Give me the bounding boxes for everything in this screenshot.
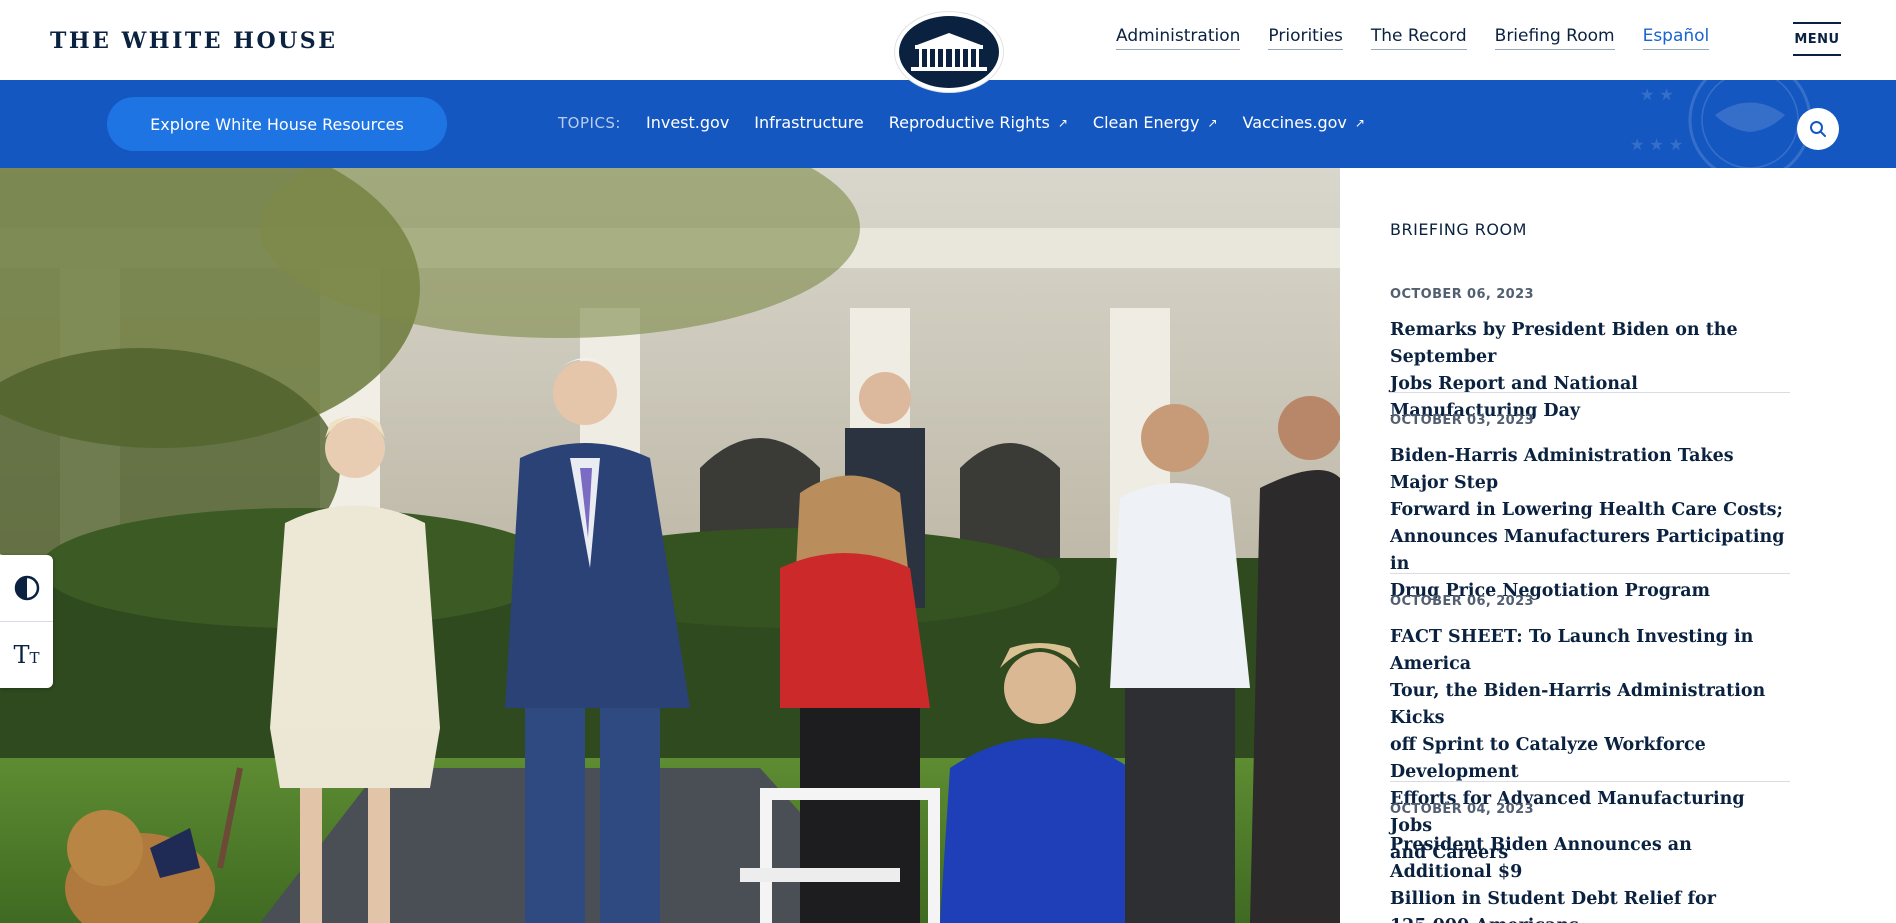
topic-label: Vaccines.gov xyxy=(1242,113,1347,132)
briefing-item[interactable]: OCTOBER 06, 2023 Remarks by President Bi… xyxy=(1390,287,1790,425)
menu-bar-top xyxy=(1793,22,1841,24)
briefing-title-line: FACT SHEET: To Launch Investing in Ameri… xyxy=(1390,627,1754,674)
nav-administration[interactable]: Administration xyxy=(1116,26,1241,50)
briefing-title-line: Biden-Harris Administration Takes Major … xyxy=(1390,446,1734,493)
briefing-title[interactable]: Biden-Harris Administration Takes Major … xyxy=(1390,443,1790,605)
briefing-date: OCTOBER 06, 2023 xyxy=(1390,287,1534,302)
briefing-date: OCTOBER 03, 2023 xyxy=(1390,413,1534,428)
menu-label: MENU xyxy=(1794,32,1840,47)
white-house-seal-logo[interactable] xyxy=(895,12,1003,92)
topics-bar: Explore White House Resources TOPICS: In… xyxy=(0,80,1896,168)
topic-link-invest[interactable]: Invest.gov xyxy=(646,113,729,132)
svg-text:★ ★: ★ ★ xyxy=(1640,85,1674,104)
briefing-divider xyxy=(1390,392,1790,393)
briefing-title[interactable]: President Biden Announces an Additional … xyxy=(1390,832,1790,923)
briefing-divider xyxy=(1390,781,1790,782)
main-nav: Administration Priorities The Record Bri… xyxy=(1116,26,1710,50)
topic-label: Clean Energy xyxy=(1092,113,1200,132)
accessibility-toolbar: TT xyxy=(0,555,53,688)
topics-list: TOPICS: Invest.gov Infrastructure Reprod… xyxy=(558,113,1365,132)
topic-link-reproductive-rights[interactable]: Reproductive Rights ↗ xyxy=(889,113,1068,132)
briefing-title-line: Billion in Student Debt Relief for xyxy=(1390,889,1716,909)
svg-text:★ ★ ★: ★ ★ ★ xyxy=(1630,135,1683,154)
hero-photo[interactable] xyxy=(0,168,1340,923)
briefing-divider xyxy=(1390,573,1790,574)
text-size-button[interactable]: TT xyxy=(0,622,53,688)
search-button[interactable] xyxy=(1797,108,1839,150)
topic-link-infrastructure[interactable]: Infrastructure xyxy=(754,113,863,132)
external-link-icon: ↗ xyxy=(1207,115,1218,130)
topic-label: Infrastructure xyxy=(754,113,864,132)
external-link-icon: ↗ xyxy=(1354,115,1365,130)
contrast-toggle-button[interactable] xyxy=(0,555,53,621)
hero-image-rose-garden-event xyxy=(0,168,1340,923)
briefing-title-line: Tour, the Biden-Harris Administration Ki… xyxy=(1390,681,1766,728)
briefing-room-panel: BRIEFING ROOM OCTOBER 06, 2023 Remarks b… xyxy=(1340,168,1896,923)
briefing-title-line: Forward in Lowering Health Care Costs; xyxy=(1390,500,1783,520)
nav-priorities[interactable]: Priorities xyxy=(1268,26,1343,50)
text-size-icon: TT xyxy=(13,641,40,669)
external-link-icon: ↗ xyxy=(1057,115,1068,130)
briefing-title-line: President Biden Announces an Additional … xyxy=(1390,835,1692,882)
topic-link-vaccines[interactable]: Vaccines.gov ↗ xyxy=(1243,113,1365,132)
topic-link-clean-energy[interactable]: Clean Energy ↗ xyxy=(1093,113,1218,132)
explore-resources-button[interactable]: Explore White House Resources xyxy=(107,97,447,151)
search-icon xyxy=(1810,121,1826,137)
briefing-item[interactable]: OCTOBER 04, 2023 President Biden Announc… xyxy=(1390,802,1790,923)
presidential-seal-watermark-icon: ★ ★ ★ ★ ★ xyxy=(1630,80,1812,168)
site-title-link[interactable]: THE WHITE HOUSE xyxy=(50,28,337,54)
white-house-building-icon xyxy=(911,33,987,71)
topics-label: TOPICS: xyxy=(558,113,621,132)
briefing-room-heading[interactable]: BRIEFING ROOM xyxy=(1390,220,1527,239)
briefing-date: OCTOBER 04, 2023 xyxy=(1390,802,1534,817)
topic-label: Invest.gov xyxy=(646,113,730,132)
briefing-title-line: off Sprint to Catalyze Workforce Develop… xyxy=(1390,735,1706,782)
contrast-icon xyxy=(14,575,39,601)
nav-language-espanol[interactable]: Español xyxy=(1642,26,1710,50)
briefing-title[interactable]: Remarks by President Biden on the Septem… xyxy=(1390,317,1790,425)
menu-button[interactable]: MENU xyxy=(1793,22,1841,58)
menu-bar-bottom xyxy=(1793,54,1841,56)
topic-label: Reproductive Rights xyxy=(888,113,1050,132)
nav-the-record[interactable]: The Record xyxy=(1370,26,1467,50)
briefing-item[interactable]: OCTOBER 03, 2023 Biden-Harris Administra… xyxy=(1390,413,1790,605)
briefing-title-line: 125,000 Americans xyxy=(1390,913,1790,923)
briefing-date: OCTOBER 06, 2023 xyxy=(1390,594,1534,609)
briefing-title-line: Remarks by President Biden on the Septem… xyxy=(1390,320,1738,367)
briefing-title-line: Announces Manufacturers Participating in xyxy=(1390,527,1785,574)
nav-briefing-room[interactable]: Briefing Room xyxy=(1494,26,1615,50)
